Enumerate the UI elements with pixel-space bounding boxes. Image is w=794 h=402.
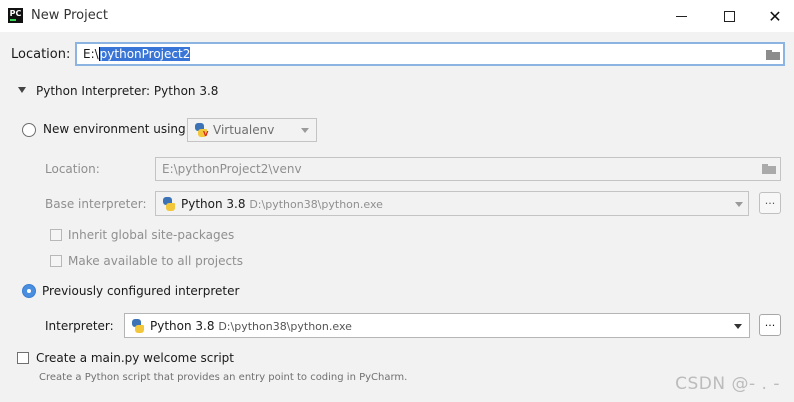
python-icon [162, 197, 176, 211]
interpreter-select[interactable]: Python 3.8 D:\python38\python.exe [124, 313, 750, 338]
chevron-down-icon [301, 128, 309, 133]
location-input[interactable]: E:\pythonProject2 [75, 42, 785, 66]
location-label: Location: [11, 47, 71, 62]
interpreter-label: Interpreter: [45, 319, 114, 333]
folder-icon[interactable] [766, 50, 780, 60]
env-location-field[interactable]: E:\pythonProject2\venv [155, 157, 781, 181]
base-interpreter-name: Python 3.8 [181, 197, 246, 211]
chevron-down-icon [735, 202, 743, 207]
folder-icon[interactable] [762, 164, 776, 174]
location-value: E:\pythonProject2 [83, 47, 191, 61]
make-available-label: Make available to all projects [68, 254, 244, 268]
env-location-label: Location: [45, 162, 100, 176]
close-button[interactable]: ✕ [752, 0, 794, 32]
previous-interpreter-label[interactable]: Previously configured interpreter [42, 284, 239, 298]
interpreter-section-title[interactable]: Python Interpreter: Python 3.8 [36, 84, 218, 98]
inherit-site-packages-checkbox[interactable] [50, 229, 62, 241]
base-interpreter-select[interactable]: Python 3.8 D:\python38\python.exe [155, 191, 749, 216]
base-interpreter-path: D:\python38\python.exe [249, 198, 383, 211]
title-bar: PC New Project ✕ [0, 0, 794, 32]
minimize-button[interactable] [658, 0, 704, 32]
make-available-checkbox[interactable] [50, 255, 62, 267]
window-title: New Project [31, 8, 108, 23]
new-environment-label[interactable]: New environment using [43, 122, 186, 136]
maximize-button[interactable] [706, 0, 752, 32]
welcome-script-description: Create a Python script that provides an … [39, 372, 408, 383]
inherit-site-packages-label: Inherit global site-packages [68, 228, 235, 242]
location-prefix: E:\ [83, 47, 99, 61]
minimize-icon [675, 15, 687, 17]
maximize-icon [723, 10, 735, 22]
interpreter-name: Python 3.8 [150, 319, 215, 333]
virtualenv-icon: V [194, 123, 208, 138]
interpreter-value: Python 3.8 D:\python38\python.exe [150, 319, 352, 333]
base-interpreter-label: Base interpreter: [45, 197, 147, 211]
watermark: CSDN @- . - [675, 374, 780, 394]
interpreter-path: D:\python38\python.exe [218, 320, 352, 333]
interpreter-browse-button[interactable]: ... [759, 314, 781, 336]
base-interpreter-value: Python 3.8 D:\python38\python.exe [181, 197, 383, 211]
close-icon: ✕ [768, 6, 782, 26]
new-environment-radio[interactable] [22, 123, 36, 137]
env-location-value: E:\pythonProject2\venv [162, 162, 302, 176]
chevron-down-icon [734, 324, 742, 329]
pycharm-logo-icon: PC [8, 8, 23, 23]
location-selected-text: pythonProject2 [99, 47, 191, 61]
welcome-script-label[interactable]: Create a main.py welcome script [36, 351, 234, 365]
environment-tool-value: Virtualenv [213, 123, 275, 137]
environment-tool-select[interactable]: V Virtualenv [187, 118, 317, 142]
section-collapse-arrow-icon[interactable] [18, 87, 26, 93]
base-interpreter-browse-button[interactable]: ... [759, 192, 781, 214]
python-icon [131, 319, 145, 333]
previous-interpreter-radio[interactable] [22, 284, 36, 298]
welcome-script-checkbox[interactable] [17, 352, 29, 364]
